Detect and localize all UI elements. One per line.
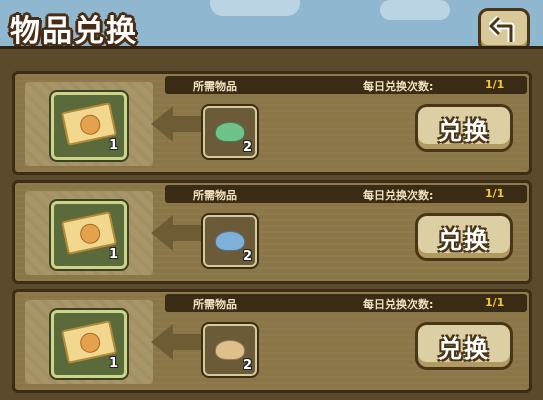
exchange-row: 1 所需物品 每日兑换次数: 1/1 2 兑换 — [12, 180, 532, 284]
required-count: 2 — [242, 140, 252, 155]
exchange-button[interactable]: 兑换 — [415, 322, 513, 370]
reward-item-slot[interactable]: 1 — [51, 201, 127, 269]
reward-count: 1 — [108, 138, 118, 153]
reward-count: 1 — [108, 356, 118, 371]
required-items-label: 所需物品 — [193, 80, 237, 93]
daily-limit-label: 每日兑换次数: — [363, 189, 434, 202]
required-items-label: 所需物品 — [193, 298, 237, 311]
daily-limit-value: 1/1 — [485, 296, 505, 309]
daily-limit-value: 1/1 — [485, 187, 505, 200]
required-item-slot[interactable]: 2 — [203, 324, 257, 376]
exchange-row: 1 所需物品 每日兑换次数: 1/1 2 兑换 — [12, 289, 532, 393]
reward-item-slot[interactable]: 1 — [51, 92, 127, 160]
arrow-icon — [151, 215, 173, 251]
daily-limit-label: 每日兑换次数: — [363, 298, 434, 311]
page-title: 物品兑换 — [10, 14, 138, 49]
reward-area: 1 — [25, 82, 153, 166]
exchange-row: 1 所需物品 每日兑换次数: 1/1 2 兑换 — [12, 71, 532, 175]
daily-limit-label: 每日兑换次数: — [363, 80, 434, 93]
blue-gem-icon — [215, 231, 245, 251]
required-item-slot[interactable]: 2 — [203, 106, 257, 158]
reward-item-slot[interactable]: 1 — [51, 310, 127, 378]
reward-area: 1 — [25, 300, 153, 384]
required-item-slot[interactable]: 2 — [203, 215, 257, 267]
reward-count: 1 — [108, 247, 118, 262]
required-count: 2 — [242, 249, 252, 264]
exchange-button[interactable]: 兑换 — [415, 213, 513, 261]
return-arrow-icon — [489, 16, 515, 42]
required-count: 2 — [242, 358, 252, 373]
exchange-panel: 1 所需物品 每日兑换次数: 1/1 2 兑换 1 所需物品 每日兑换次数: 1… — [0, 46, 543, 400]
tan-gem-icon — [215, 340, 245, 360]
background-cloud — [380, 0, 450, 20]
arrow-icon — [151, 106, 173, 142]
reward-area: 1 — [25, 191, 153, 275]
daily-limit-value: 1/1 — [485, 78, 505, 91]
exchange-button[interactable]: 兑换 — [415, 104, 513, 152]
background-cloud — [210, 0, 300, 16]
required-items-label: 所需物品 — [193, 189, 237, 202]
green-gem-icon — [215, 122, 245, 142]
arrow-icon — [151, 324, 173, 360]
